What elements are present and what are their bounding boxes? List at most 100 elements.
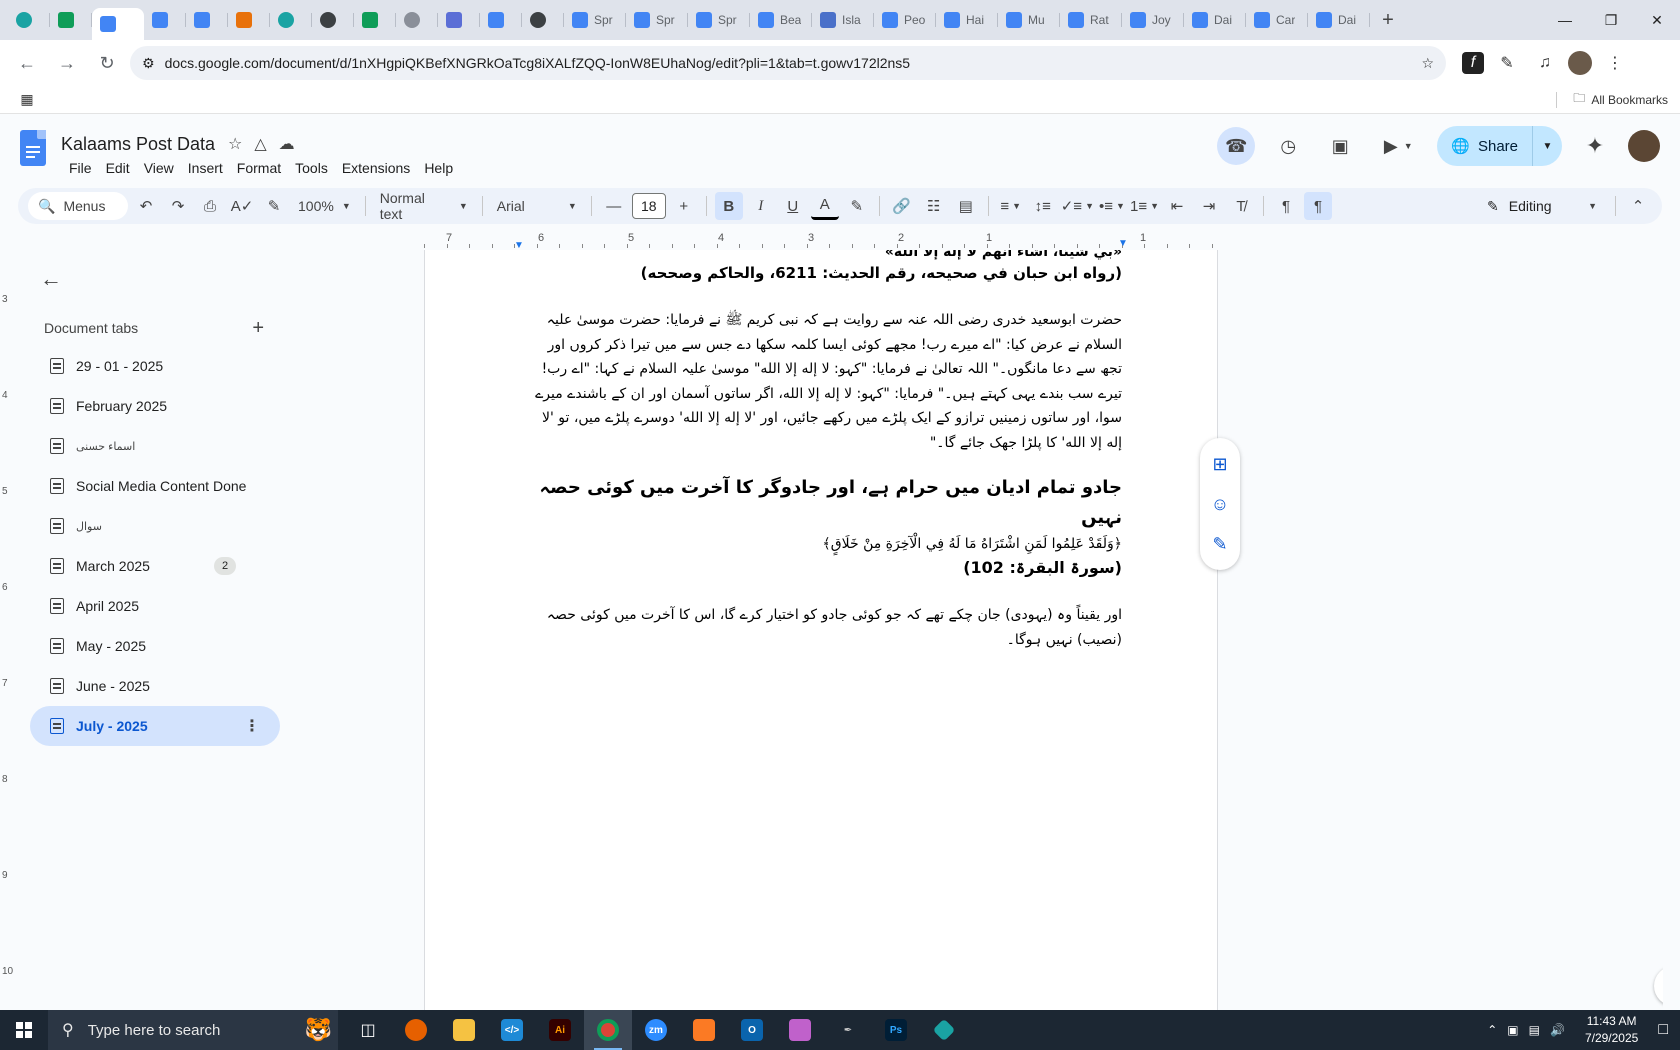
print-icon[interactable]: ⎙: [196, 192, 224, 220]
star-icon[interactable]: ☆: [228, 134, 242, 154]
xampp-icon[interactable]: [680, 1010, 728, 1050]
browser-tab[interactable]: Peo: [874, 4, 936, 36]
menu-extensions[interactable]: Extensions: [335, 158, 417, 178]
browser-tab[interactable]: Spr: [688, 4, 750, 36]
vscode-icon[interactable]: </>: [488, 1010, 536, 1050]
suggest-edits-icon[interactable]: ✎: [1208, 532, 1232, 556]
document-tab-item[interactable]: July - 2025 ⋮: [30, 706, 280, 746]
browser-tab[interactable]: Dai: [1308, 4, 1370, 36]
tab-options-icon[interactable]: ⋮: [244, 716, 260, 736]
illustrator-icon[interactable]: Ai: [536, 1010, 584, 1050]
browser-tab[interactable]: Spr: [626, 4, 688, 36]
document-tab-item[interactable]: June - 2025: [30, 666, 280, 706]
menu-help[interactable]: Help: [417, 158, 460, 178]
browser-tab[interactable]: [270, 4, 312, 36]
cloud-saved-icon[interactable]: ☁: [279, 134, 295, 154]
vertical-scrollbar[interactable]: [1663, 250, 1680, 1010]
document-title[interactable]: Kalaams Post Data: [61, 134, 215, 155]
browser-tab[interactable]: [480, 4, 522, 36]
increase-indent-icon[interactable]: ⇥: [1195, 192, 1223, 220]
browser-tab[interactable]: [396, 4, 438, 36]
italic-icon[interactable]: I: [747, 192, 775, 220]
browser-tab[interactable]: Dai: [1184, 4, 1246, 36]
document-tab-item[interactable]: April 2025: [30, 586, 280, 626]
all-bookmarks-link[interactable]: All Bookmarks: [1591, 93, 1668, 107]
browser-tab[interactable]: Car: [1246, 4, 1308, 36]
decrease-indent-icon[interactable]: ⇤: [1163, 192, 1191, 220]
style-select[interactable]: Normal text ▼: [374, 190, 474, 222]
task-view-icon[interactable]: ◫: [344, 1010, 392, 1050]
document-page[interactable]: «بي شيئًا، أشاء أنهم لا إله إلا الله» (ر…: [424, 250, 1218, 1010]
bulleted-list-icon[interactable]: •≡ ▼: [1098, 192, 1126, 220]
site-info-icon[interactable]: ⚙: [142, 55, 155, 72]
file-explorer-icon[interactable]: [440, 1010, 488, 1050]
browser-tab[interactable]: [354, 4, 396, 36]
decrease-font-icon[interactable]: —: [600, 192, 628, 220]
browser-tab[interactable]: Joy: [1122, 4, 1184, 36]
docs-logo-icon[interactable]: [20, 130, 46, 166]
menus-search[interactable]: 🔍 Menus: [28, 192, 128, 220]
document-tab-item[interactable]: February 2025: [30, 386, 280, 426]
add-comment-icon[interactable]: ☷: [920, 192, 948, 220]
redo-icon[interactable]: ↷: [164, 192, 192, 220]
notifications-icon[interactable]: □: [1658, 1021, 1668, 1039]
menu-format[interactable]: Format: [230, 158, 288, 178]
clock[interactable]: 11:43 AM 7/29/2025: [1585, 1013, 1638, 1047]
share-dropdown-icon[interactable]: ▼: [1532, 126, 1562, 166]
document-tab-item[interactable]: Social Media Content Done: [30, 466, 280, 506]
paint-format-icon[interactable]: ✎: [260, 192, 288, 220]
move-folder-icon[interactable]: △: [254, 134, 266, 154]
omnibox[interactable]: ⚙ docs.google.com/document/d/1nXHgpiQKBe…: [130, 46, 1446, 80]
font-extension-icon[interactable]: f: [1462, 52, 1484, 74]
share-main[interactable]: 🌐 Share: [1437, 126, 1532, 166]
rtl-icon[interactable]: ¶: [1304, 192, 1333, 220]
browser-tab[interactable]: Isla: [812, 4, 874, 36]
document-tab-item[interactable]: 29 - 01 - 2025: [30, 346, 280, 386]
media-control-icon[interactable]: ♫: [1530, 48, 1560, 78]
new-tab-button[interactable]: +: [1374, 6, 1402, 34]
undo-icon[interactable]: ↶: [132, 192, 160, 220]
back-arrow-icon[interactable]: ←: [40, 266, 62, 292]
link-icon[interactable]: 🔗: [888, 192, 916, 220]
browser-tab[interactable]: Rat: [1060, 4, 1122, 36]
ltr-icon[interactable]: ¶: [1272, 192, 1300, 220]
chrome-icon[interactable]: [584, 1010, 632, 1050]
browser-tab[interactable]: Spr: [564, 4, 626, 36]
menu-file[interactable]: File: [62, 158, 99, 178]
outlook-icon[interactable]: O: [728, 1010, 776, 1050]
align-icon[interactable]: ≡ ▼: [997, 192, 1025, 220]
tray-expand-icon[interactable]: ⌃: [1487, 1023, 1497, 1037]
photoshop-icon[interactable]: Ps: [872, 1010, 920, 1050]
checklist-icon[interactable]: ✓≡ ▼: [1061, 192, 1094, 220]
url-text[interactable]: docs.google.com/document/d/1nXHgpiQKBefX…: [165, 55, 1412, 71]
menu-view[interactable]: View: [137, 158, 181, 178]
text-color-icon[interactable]: A: [810, 192, 839, 220]
document-tab-item[interactable]: March 2025 2: [30, 546, 280, 586]
reload-icon[interactable]: ↻: [90, 46, 124, 80]
zoom-select[interactable]: 100% ▼: [292, 192, 357, 220]
taskbar-search[interactable]: ⚲ Type here to search 🐯: [48, 1010, 338, 1050]
insert-image-icon[interactable]: ▤: [952, 192, 980, 220]
menu-insert[interactable]: Insert: [181, 158, 230, 178]
browser-tab[interactable]: [438, 4, 480, 36]
document-tab-item[interactable]: سوال: [30, 506, 280, 546]
numbered-list-icon[interactable]: 1≡ ▼: [1130, 192, 1159, 220]
back-icon[interactable]: ←: [10, 46, 44, 80]
document-tab-item[interactable]: اسماء حسنی: [30, 426, 280, 466]
minimize-icon[interactable]: —: [1542, 0, 1588, 40]
browser-tab[interactable]: [186, 4, 228, 36]
browser-tab[interactable]: [8, 4, 50, 36]
clear-formatting-icon[interactable]: T̸: [1227, 192, 1255, 220]
share-button[interactable]: 🌐 Share ▼: [1437, 126, 1562, 166]
collapse-toolbar-icon[interactable]: ⌃: [1624, 192, 1652, 220]
browser-tab[interactable]: [50, 4, 92, 36]
menu-tools[interactable]: Tools: [288, 158, 335, 178]
right-indent-marker-icon[interactable]: ▼: [1118, 238, 1128, 249]
extensions-puzzle-icon[interactable]: ✎: [1492, 48, 1522, 78]
add-tab-icon[interactable]: +: [252, 318, 264, 338]
volume-icon[interactable]: 🔊: [1550, 1023, 1565, 1037]
editing-mode-select[interactable]: ✎ Editing ▼: [1477, 198, 1607, 215]
network-icon[interactable]: ▤: [1529, 1023, 1540, 1037]
start-button[interactable]: [0, 1010, 48, 1050]
comments-icon[interactable]: ▣: [1321, 127, 1359, 165]
